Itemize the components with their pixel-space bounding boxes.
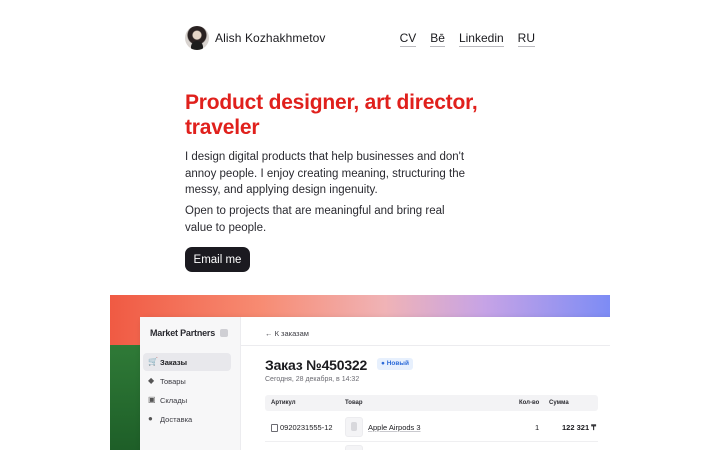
sidebar-item-orders: 🛒 Заказы	[143, 353, 231, 371]
sidebar-item-label: Доставка	[160, 415, 193, 424]
cart-icon: 🛒	[148, 357, 158, 366]
tag-icon: ◆	[148, 376, 155, 385]
cell-sku: 0920231555-12	[280, 423, 333, 432]
nav-link-linkedin[interactable]: Linkedin	[458, 31, 504, 47]
box-icon: ▣	[148, 395, 156, 404]
delivery-icon: ●	[148, 414, 153, 423]
hero-availability: Open to projects that are meaningful and…	[185, 205, 445, 234]
sidebar-item-delivery: ● Доставка	[143, 410, 231, 428]
order-title: Заказ №450322	[265, 357, 368, 373]
nav-link-cv[interactable]: CV	[399, 31, 417, 47]
author-name: Alish Kozhakhmetov	[215, 31, 326, 45]
product-thumbnail	[345, 445, 363, 450]
cell-qty: 1	[535, 423, 540, 432]
sidebar-item-label: Склады	[160, 396, 188, 405]
avatar	[185, 26, 209, 50]
order-items-table: Артикул Товар Кол-во Сумма 0920231555-12…	[265, 395, 598, 450]
sidebar-item-label: Заказы	[160, 358, 188, 367]
site-header: Alish Kozhakhmetov CV Bē Linkedin RU	[185, 25, 535, 53]
copy-icon	[271, 424, 278, 432]
hero-title: Product designer, art director, traveler	[185, 91, 478, 139]
divider	[240, 345, 610, 346]
mockup-main: ← К заказам Заказ №450322 ● Новый Сегодн…	[240, 317, 610, 450]
product-thumbnail	[345, 417, 363, 437]
column-header-product: Товар	[345, 400, 363, 406]
status-label: Новый	[386, 360, 409, 367]
app-window-mockup: Market Partners 🛒 Заказы ◆ Товары ▣ Скла…	[140, 317, 610, 450]
hero-description: I design digital products that help busi…	[185, 151, 466, 196]
cell-sum: 122 321 ₸	[562, 423, 596, 432]
nav-link-language[interactable]: RU	[517, 31, 535, 47]
table-row: 0920231555-12 Apple Airpods 3 1 122 321 …	[265, 413, 598, 442]
column-header-sku: Артикул	[271, 400, 296, 406]
order-date: Сегодня, 28 декабря, в 14:32	[265, 376, 360, 383]
column-header-qty: Кол-во	[519, 400, 540, 406]
mockup-sidebar: Market Partners 🛒 Заказы ◆ Товары ▣ Скла…	[140, 317, 241, 450]
cell-product: Apple Airpods 3	[368, 423, 421, 432]
status-badge: ● Новый	[377, 358, 413, 370]
mockup-brand: Market Partners	[150, 328, 216, 338]
project-showcase[interactable]: Market Partners 🛒 Заказы ◆ Товары ▣ Скла…	[110, 295, 610, 450]
table-header: Артикул Товар Кол-во Сумма	[265, 395, 598, 411]
column-header-sum: Сумма	[549, 400, 569, 406]
sidebar-item-warehouses: ▣ Склады	[143, 391, 231, 409]
brand-badge	[220, 329, 228, 337]
sidebar-item-products: ◆ Товары	[143, 372, 231, 390]
back-to-orders-link: ← К заказам	[265, 329, 309, 338]
email-me-button[interactable]: Email me	[185, 247, 250, 272]
sidebar-item-label: Товары	[160, 377, 186, 386]
nav-link-behance[interactable]: Bē	[430, 31, 445, 47]
top-nav: CV Bē Linkedin RU	[399, 31, 535, 47]
